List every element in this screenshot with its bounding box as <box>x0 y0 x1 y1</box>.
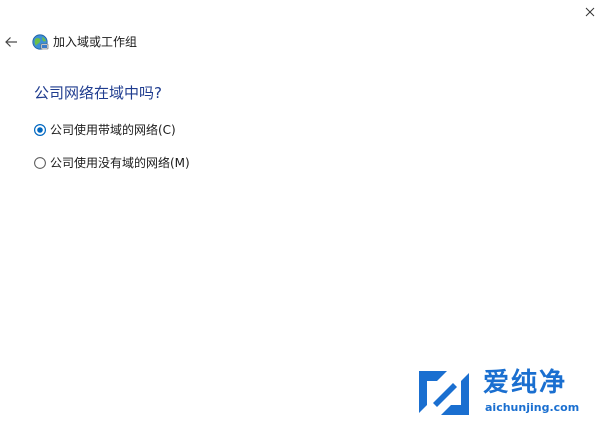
watermark: 爱纯净 aichunjing.com <box>413 367 603 419</box>
window-title: 加入域或工作组 <box>53 35 138 49</box>
radio-selected-icon[interactable] <box>34 124 46 136</box>
option-with-domain-label: 公司使用带域的网络(C) <box>50 123 176 137</box>
network-globe-icon <box>31 33 49 51</box>
back-arrow-icon <box>5 37 17 47</box>
back-button[interactable] <box>2 33 22 51</box>
join-domain-wizard-window: 加入域或工作组 公司网络在域中吗? 公司使用带域的网络(C) 公司使用没有域的网… <box>0 0 606 422</box>
question-heading: 公司网络在域中吗? <box>34 84 162 102</box>
option-with-domain[interactable]: 公司使用带域的网络(C) <box>34 121 176 139</box>
watermark-logo-icon <box>419 371 469 415</box>
radio-unselected-icon[interactable] <box>34 157 46 169</box>
close-icon <box>585 7 595 17</box>
watermark-url: aichunjing.com <box>485 401 580 414</box>
option-without-domain-label: 公司使用没有域的网络(M) <box>50 156 190 170</box>
close-button[interactable] <box>578 3 602 23</box>
watermark-brand: 爱纯净 <box>483 368 568 398</box>
option-without-domain[interactable]: 公司使用没有域的网络(M) <box>34 154 190 172</box>
